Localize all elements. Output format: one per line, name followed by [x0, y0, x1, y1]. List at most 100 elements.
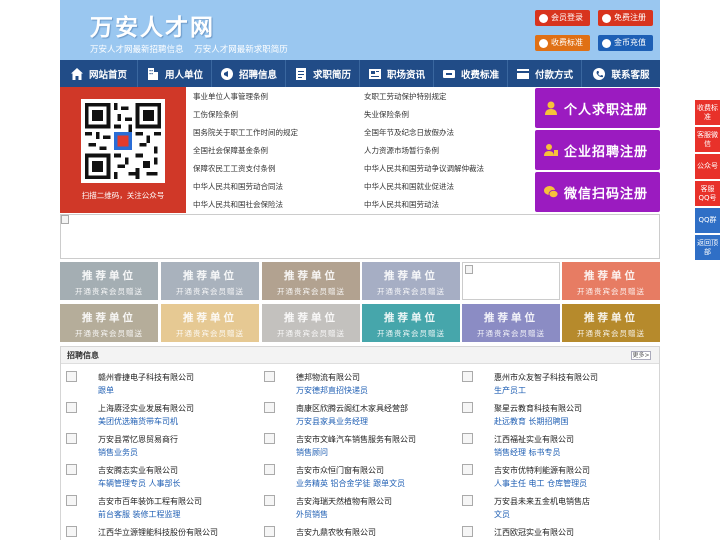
job-positions[interactable]: 赴远教育 长期招聘国 — [494, 416, 569, 427]
regulation-link[interactable]: 事业单位人事管理条例 — [193, 91, 268, 102]
regulation-link[interactable]: 国务院关于职工工作时间的规定 — [193, 127, 298, 138]
recommended-employer-tile[interactable]: 推荐单位 开通贵宾会员赠送 — [60, 304, 158, 342]
job-positions[interactable]: 万安德邦直招快递员 — [296, 385, 368, 396]
job-listing[interactable]: 吉安海瑞天然植物有限公司 外贸销售 — [264, 493, 454, 523]
job-positions[interactable]: 外贸销售 — [296, 509, 328, 520]
nav-pricing[interactable]: 收费标准 — [434, 60, 508, 87]
company-register-button[interactable]: 企业招聘注册 — [535, 130, 660, 170]
company-name[interactable]: 江西欧冠实业有限公司 — [494, 527, 574, 538]
job-listing[interactable]: 万安县常忆恩贸易商行 销售业务员 — [66, 431, 256, 461]
job-listing[interactable]: 江西欧冠实业有限公司会计 网络维护技术员 — [462, 524, 652, 540]
banner-ad-slot[interactable] — [60, 214, 660, 259]
job-listing[interactable]: 吉安市优特利能源有限公司 人事主任 电工 仓库管理员 — [462, 462, 652, 492]
side-pricing-button[interactable]: 收费标准 — [695, 100, 720, 125]
company-name[interactable]: 吉安海瑞天然植物有限公司 — [296, 496, 392, 507]
company-name[interactable]: 江西华立源锂能科技股份有限公司 — [98, 527, 218, 538]
job-listing[interactable]: 惠州市众友智子科技有限公司 生产员工 — [462, 369, 652, 399]
side-back-to-top-button[interactable]: 返回顶部 — [695, 235, 720, 260]
regulation-link[interactable]: 中华人民共和国劳动合同法 — [193, 181, 283, 192]
job-positions[interactable]: 销售经理 标书专员 — [494, 447, 561, 458]
job-positions[interactable]: 跟单 — [98, 385, 114, 396]
personal-register-button[interactable]: 个人求职注册 — [535, 88, 660, 128]
company-name[interactable]: 吉安九鼎农牧有限公司 — [296, 527, 376, 538]
regulation-link[interactable]: 中华人民共和国社会保险法 — [193, 199, 283, 210]
job-listing[interactable]: 吉安市百年装饰工程有限公司 前台客服 装修工程监理 — [66, 493, 256, 523]
regulation-link[interactable]: 保障农民工工资支付条例 — [193, 163, 276, 174]
nav-payment[interactable]: 付款方式 — [508, 60, 582, 87]
company-name[interactable]: 吉安市百年装饰工程有限公司 — [98, 496, 202, 507]
job-positions[interactable]: 业务精英 铝合金学徒 跟单文员 — [296, 478, 405, 489]
recommended-employer-tile[interactable]: 推荐单位 开通贵宾会员赠送 — [462, 304, 560, 342]
recommended-employer-tile[interactable]: 推荐单位 开通贵宾会员赠送 — [362, 304, 460, 342]
recommended-employer-tile[interactable]: 推荐单位 开通贵宾会员赠送 — [562, 262, 660, 300]
coin-recharge-button[interactable]: 金币充值 — [598, 35, 653, 51]
recommended-employer-tile[interactable]: 推荐单位 开通贵宾会员赠送 — [262, 262, 360, 300]
company-name[interactable]: 吉安市文峰汽车销售服务有限公司 — [296, 434, 416, 445]
company-name[interactable]: 聚星云教育科技有限公司 — [494, 403, 582, 414]
job-positions[interactable]: 文员 — [494, 509, 510, 520]
nav-home[interactable]: 网站首页 — [60, 60, 138, 87]
regulation-link[interactable]: 中华人民共和国劳动争议调解仲裁法 — [364, 163, 484, 174]
job-positions[interactable]: 生产员工 — [494, 385, 526, 396]
member-login-button[interactable]: 会员登录 — [535, 10, 590, 26]
job-listing[interactable]: 吉安九鼎农牧有限公司会计 — [264, 524, 454, 540]
wechat-register-button[interactable]: 微信扫码注册 — [535, 172, 660, 212]
job-positions[interactable]: 车辆管理专员 人事部长 — [98, 478, 181, 489]
company-name[interactable]: 吉安腾志实业有限公司 — [98, 465, 178, 476]
nav-career-news[interactable]: 职场资讯 — [360, 60, 434, 87]
recommended-employer-tile[interactable]: 推荐单位 开通贵宾会员赠送 — [562, 304, 660, 342]
company-name[interactable]: 上海赓泾实业发展有限公司 — [98, 403, 194, 414]
company-name[interactable]: 赣州睿捷电子科技有限公司 — [98, 372, 194, 383]
company-name[interactable]: 南康区欣腾云阁红木家具经营部 — [296, 403, 408, 414]
job-listing[interactable]: 江西华立源锂能科技股份有限公司电芯研发工程师 生产主管 机修技师 — [66, 524, 256, 540]
nav-resumes[interactable]: 求职简历 — [286, 60, 360, 87]
job-listing[interactable]: 吉安市众恒门窗有限公司业务精英 铝合金学徒 跟单文员 — [264, 462, 454, 492]
company-name[interactable]: 吉安市优特利能源有限公司 — [494, 465, 590, 476]
regulation-link[interactable]: 全国社会保障基金条例 — [193, 145, 268, 156]
nav-contact[interactable]: 联系客服 — [582, 60, 660, 87]
job-listing[interactable]: 聚星云教育科技有限公司 赴远教育 长期招聘国 — [462, 400, 652, 430]
company-name[interactable]: 吉安市众恒门窗有限公司 — [296, 465, 384, 476]
regulation-link[interactable]: 中华人民共和国就业促进法 — [364, 181, 454, 192]
job-listing[interactable]: 南康区欣腾云阁红木家具经营部 万安县家具业务经理 — [264, 400, 454, 430]
regulation-link[interactable]: 失业保险条例 — [364, 109, 409, 120]
recommended-employer-tile[interactable]: 推荐单位 开通贵宾会员赠送 — [161, 262, 259, 300]
company-name[interactable]: 万安县常忆恩贸易商行 — [98, 434, 178, 445]
free-register-button[interactable]: 免费注册 — [598, 10, 653, 26]
side-official-account-button[interactable]: 公众号 — [695, 154, 720, 179]
recommended-employer-tile[interactable]: 推荐单位 开通贵宾会员赠送 — [262, 304, 360, 342]
regulation-link[interactable]: 女职工劳动保护特别规定 — [364, 91, 447, 102]
more-jobs-button[interactable]: 更多> — [631, 351, 651, 360]
company-name[interactable]: 万安县未来五金机电销售店 — [494, 496, 590, 507]
regulation-link[interactable]: 全国年节及纪念日放假办法 — [364, 127, 454, 138]
company-name[interactable]: 德邦物流有限公司 — [296, 372, 360, 383]
job-listing[interactable]: 万安县未来五金机电销售店 文员 — [462, 493, 652, 523]
job-positions[interactable]: 前台客服 装修工程监理 — [98, 509, 181, 520]
company-name[interactable]: 江西福祉实业有限公司 — [494, 434, 574, 445]
regulation-link[interactable]: 中华人民共和国劳动法 — [364, 199, 439, 210]
job-listing[interactable]: 江西福祉实业有限公司 销售经理 标书专员 — [462, 431, 652, 461]
job-listing[interactable]: 吉安市文峰汽车销售服务有限公司 销售顾问 — [264, 431, 454, 461]
recommended-employer-tile[interactable] — [462, 262, 560, 300]
job-positions[interactable]: 人事主任 电工 仓库管理员 — [494, 478, 587, 489]
job-listing[interactable]: 吉安腾志实业有限公司 车辆管理专员 人事部长 — [66, 462, 256, 492]
recommended-employer-tile[interactable]: 推荐单位 开通贵宾会员赠送 — [161, 304, 259, 342]
job-listing[interactable]: 上海赓泾实业发展有限公司 美团优选箱货带车司机 — [66, 400, 256, 430]
job-positions[interactable]: 美团优选箱货带车司机 — [98, 416, 178, 427]
job-positions[interactable]: 万安县家具业务经理 — [296, 416, 368, 427]
site-title[interactable]: 万安人才网 — [90, 8, 215, 42]
recommended-employer-tile[interactable]: 推荐单位 开通贵宾会员赠送 — [60, 262, 158, 300]
job-positions[interactable]: 销售顾问 — [296, 447, 328, 458]
company-name[interactable]: 惠州市众友智子科技有限公司 — [494, 372, 598, 383]
job-positions[interactable]: 销售业务员 — [98, 447, 138, 458]
regulation-link[interactable]: 工伤保险条例 — [193, 109, 238, 120]
nav-job-postings[interactable]: 招聘信息 — [212, 60, 286, 87]
nav-employers[interactable]: 用人单位 — [138, 60, 212, 87]
job-listing[interactable]: 赣州睿捷电子科技有限公司 跟单 — [66, 369, 256, 399]
recommended-employer-tile[interactable]: 推荐单位 开通贵宾会员赠送 — [362, 262, 460, 300]
side-qq-group-button[interactable]: QQ群 — [695, 208, 720, 233]
regulation-link[interactable]: 人力资源市场暂行条例 — [364, 145, 439, 156]
side-service-wechat-button[interactable]: 客服微信 — [695, 127, 720, 152]
job-listing[interactable]: 德邦物流有限公司 万安德邦直招快递员 — [264, 369, 454, 399]
pricing-button[interactable]: 收费标准 — [535, 35, 590, 51]
